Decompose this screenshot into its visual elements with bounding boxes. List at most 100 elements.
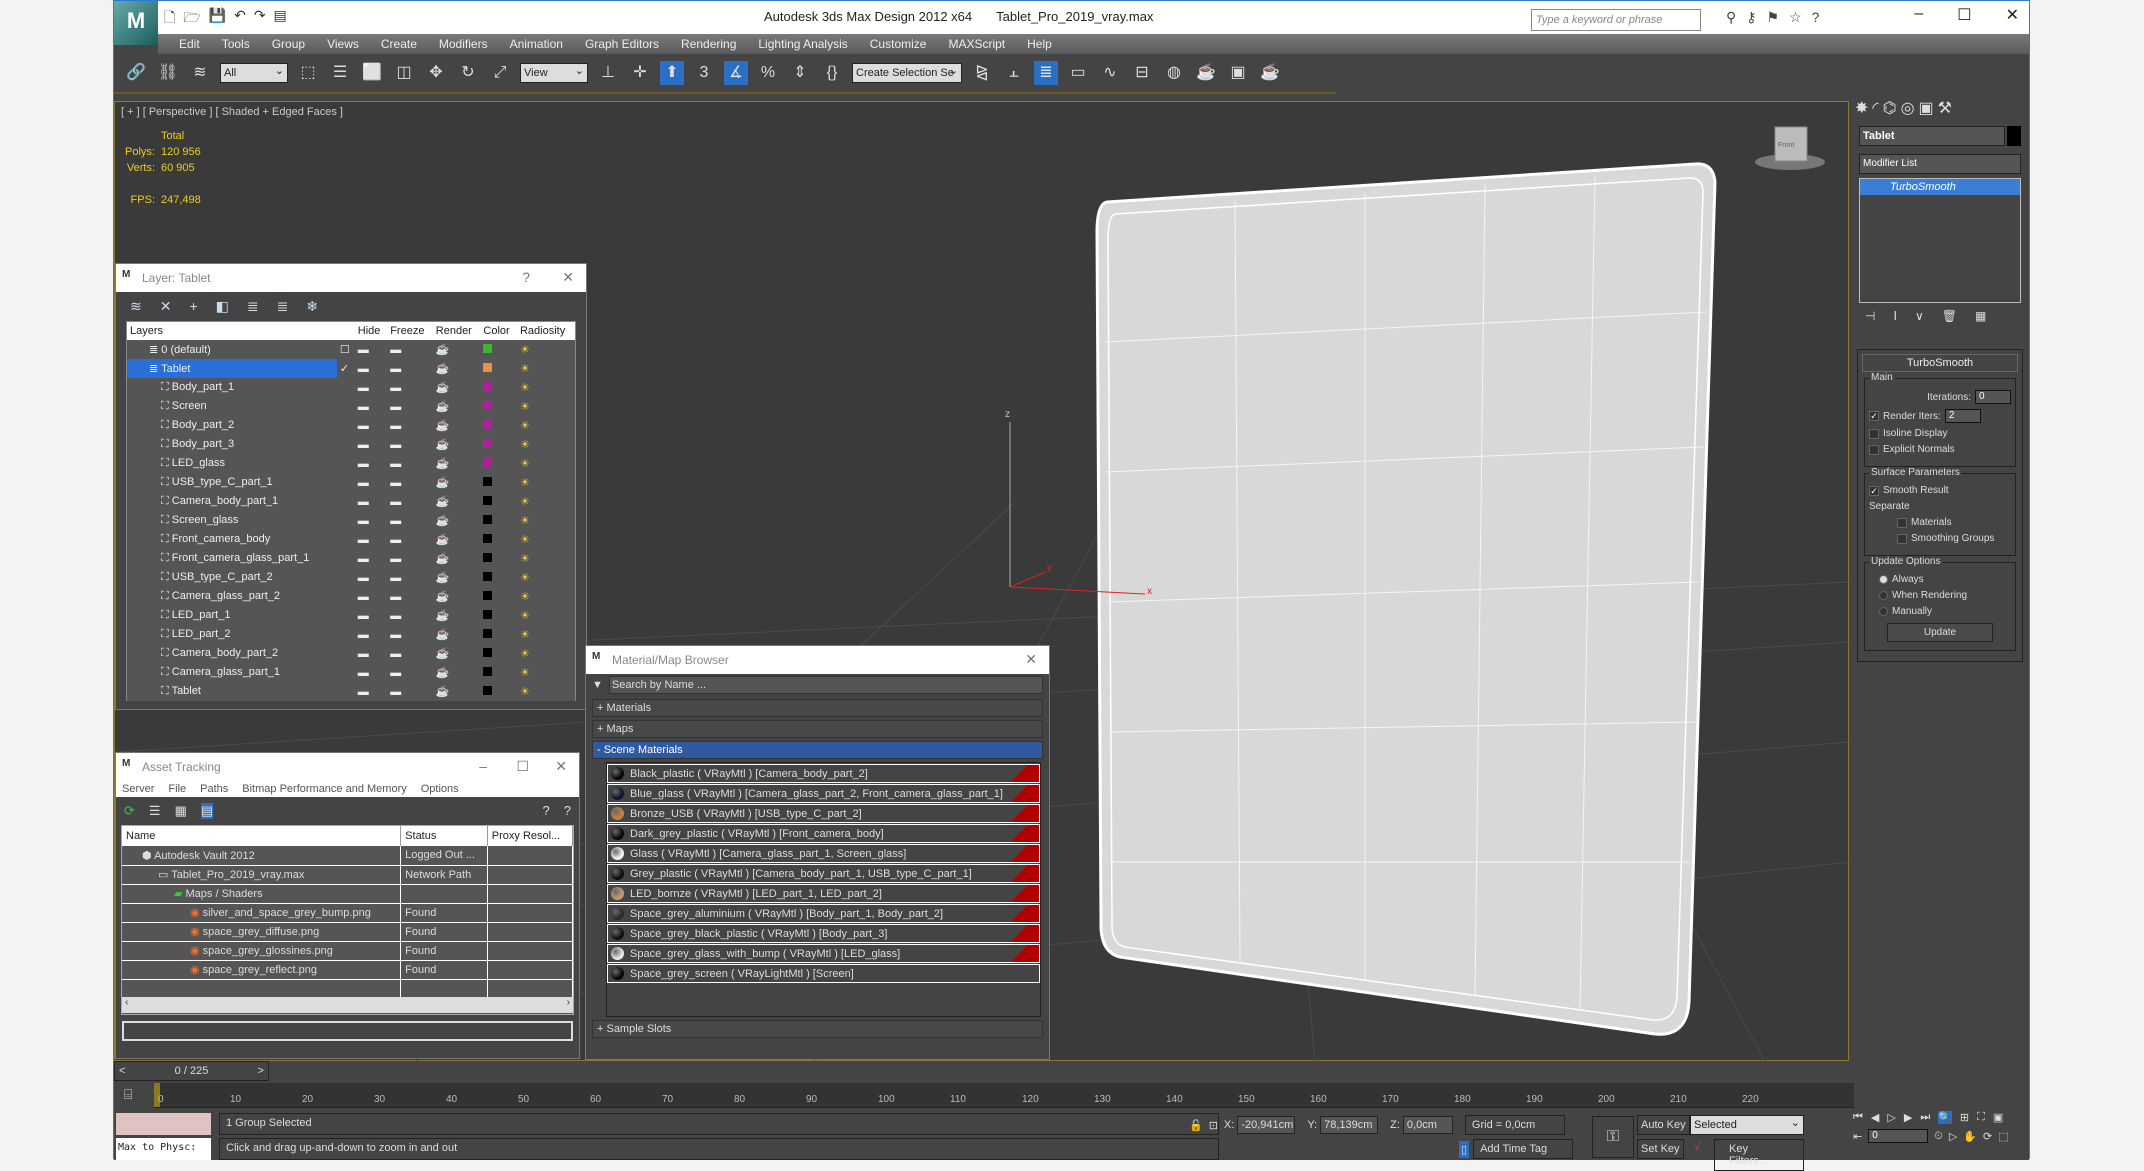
layer-row[interactable]: ⛶ Camera_glass_part_1 ▬ ▬ ☕ ☀ xyxy=(127,663,575,682)
layer-row[interactable]: ≣ Tablet ✓ ▬ ▬ ☕ ☀ xyxy=(127,359,575,378)
radiosity-sun-icon[interactable]: ☀ xyxy=(516,492,575,511)
layer-row[interactable]: ⛶ USB_type_C_part_1 ▬ ▬ ☕ ☀ xyxy=(127,473,575,492)
render-teapot-icon[interactable]: ☕ xyxy=(432,606,481,625)
add-time-tag-button[interactable]: Add Time Tag xyxy=(1473,1139,1574,1159)
close-button[interactable]: ✕ xyxy=(2006,5,2019,25)
object-color-swatch[interactable] xyxy=(2007,126,2021,146)
color-cell[interactable] xyxy=(480,549,517,568)
color-cell[interactable] xyxy=(480,359,517,378)
render-teapot-icon[interactable]: ☕ xyxy=(432,568,481,587)
y-coordinate-field[interactable]: 78,139cm xyxy=(1320,1116,1379,1134)
move-icon[interactable]: ✥ xyxy=(424,61,448,85)
thumbnail-view-icon[interactable]: ▦ xyxy=(175,803,187,819)
color-swatch[interactable] xyxy=(483,457,493,467)
modifier-list-dropdown[interactable]: Modifier List xyxy=(1859,154,2021,174)
current-layer-cell[interactable] xyxy=(336,644,355,663)
scroll-right-icon[interactable]: › xyxy=(567,997,570,1008)
radiosity-sun-icon[interactable]: ☀ xyxy=(516,530,575,549)
selection-filter-dropdown[interactable]: All xyxy=(220,63,288,83)
close-button[interactable]: ✕ xyxy=(1025,651,1037,668)
key-icon[interactable]: ⚷ xyxy=(1746,9,1756,26)
material-item[interactable]: Space_grey_aluminium ( VRayMtl ) [Body_p… xyxy=(607,904,1040,923)
color-cell[interactable] xyxy=(480,663,517,682)
radiosity-sun-icon[interactable]: ☀ xyxy=(516,606,575,625)
color-swatch[interactable] xyxy=(483,343,493,353)
color-swatch[interactable] xyxy=(483,685,493,695)
freeze-toggle[interactable]: ▬ xyxy=(387,587,433,606)
add-to-layer-icon[interactable]: + xyxy=(189,298,197,315)
color-swatch[interactable] xyxy=(483,438,493,448)
hide-toggle[interactable]: ▬ xyxy=(354,530,388,549)
create-tab-icon[interactable]: ✸ xyxy=(1855,98,1868,118)
minimize-button[interactable]: – xyxy=(479,758,487,774)
menu-tools[interactable]: Tools xyxy=(211,34,261,54)
color-cell[interactable] xyxy=(480,511,517,530)
color-swatch[interactable] xyxy=(483,381,493,391)
radiosity-sun-icon[interactable]: ☀ xyxy=(516,340,575,359)
material-item[interactable]: Space_grey_glass_with_bump ( VRayMtl ) [… xyxy=(607,944,1040,963)
asset-menu-options[interactable]: Options xyxy=(421,783,459,795)
zoom-extents-icon[interactable]: ⛶ xyxy=(1977,1111,1985,1124)
color-swatch[interactable] xyxy=(483,609,493,619)
current-layer-cell[interactable]: ☐ xyxy=(336,340,355,359)
hide-toggle[interactable]: ▬ xyxy=(354,378,388,397)
material-item[interactable]: LED_bornze ( VRayMtl ) [LED_part_1, LED_… xyxy=(607,884,1040,903)
layer-row[interactable]: ⛶ LED_part_2 ▬ ▬ ☕ ☀ xyxy=(127,625,575,644)
radiosity-sun-icon[interactable]: ☀ xyxy=(516,473,575,492)
smooth-result-checkbox[interactable]: ✓ xyxy=(1869,485,1879,496)
freeze-toggle[interactable]: ▬ xyxy=(387,473,433,492)
table-view-icon[interactable]: ▤ xyxy=(200,803,214,819)
layer-row[interactable]: ⛶ Body_part_3 ▬ ▬ ☕ ☀ xyxy=(127,435,575,454)
render-teapot-icon[interactable]: ☕ xyxy=(432,549,481,568)
current-layer-cell[interactable] xyxy=(336,511,355,530)
hide-all-icon[interactable]: ≣ xyxy=(277,298,289,315)
radiosity-sun-icon[interactable]: ☀ xyxy=(516,587,575,606)
select-by-name-icon[interactable]: ☰ xyxy=(328,61,352,85)
color-cell[interactable] xyxy=(480,435,517,454)
current-layer-cell[interactable] xyxy=(336,625,355,644)
list-view-icon[interactable]: ☰ xyxy=(149,803,161,819)
layer-row[interactable]: ⛶ Front_camera_body ▬ ▬ ☕ ☀ xyxy=(127,530,575,549)
freeze-toggle[interactable]: ▬ xyxy=(387,549,433,568)
viewcube[interactable]: Front xyxy=(1755,126,1825,170)
render-teapot-icon[interactable]: ☕ xyxy=(432,530,481,549)
freeze-toggle[interactable]: ▬ xyxy=(387,435,433,454)
menu-edit[interactable]: Edit xyxy=(168,34,211,54)
close-button[interactable]: ✕ xyxy=(555,758,567,775)
rendered-frame-icon[interactable]: ▣ xyxy=(1226,61,1250,85)
color-swatch[interactable] xyxy=(483,533,493,543)
material-search-input[interactable]: Search by Name ... xyxy=(608,676,1043,694)
asset-menu-bitmap[interactable]: Bitmap Performance and Memory xyxy=(242,783,406,795)
current-layer-cell[interactable] xyxy=(336,473,355,492)
color-swatch[interactable] xyxy=(483,666,493,676)
freeze-toggle[interactable]: ▬ xyxy=(387,530,433,549)
hide-toggle[interactable]: ▬ xyxy=(354,511,388,530)
layer-row[interactable]: ⛶ Camera_body_part_2 ▬ ▬ ☕ ☀ xyxy=(127,644,575,663)
auto-key-button[interactable]: Auto Key xyxy=(1637,1115,1690,1135)
render-setup-icon[interactable]: ☕ xyxy=(1194,61,1218,85)
menu-modifiers[interactable]: Modifiers xyxy=(428,34,499,54)
pivot-icon[interactable]: ⊥ xyxy=(596,61,620,85)
layer-row[interactable]: ⛶ Screen ▬ ▬ ☕ ☀ xyxy=(127,397,575,416)
zoom-extents-all-icon[interactable]: ▣ xyxy=(1993,1111,2003,1124)
current-layer-cell[interactable] xyxy=(336,568,355,587)
menu-maxscript[interactable]: MAXScript xyxy=(937,34,1016,54)
render-iters-checkbox[interactable]: ✓ xyxy=(1869,411,1879,421)
close-button[interactable]: ✕ xyxy=(562,269,574,286)
asset-row[interactable]: ▰ Maps / Shaders xyxy=(122,884,574,904)
hide-toggle[interactable]: ▬ xyxy=(354,549,388,568)
time-config-icon[interactable]: ⏲ xyxy=(1934,1130,1943,1143)
viewport-label[interactable]: [ + ] [ Perspective ] [ Shaded + Edged F… xyxy=(121,106,343,118)
freeze-toggle[interactable]: ▬ xyxy=(387,663,433,682)
save-icon[interactable]: 💾 xyxy=(209,7,226,31)
app-menu-button[interactable]: M xyxy=(114,1,158,45)
radiosity-sun-icon[interactable]: ☀ xyxy=(516,511,575,530)
layer-row[interactable]: ⛶ Camera_body_part_1 ▬ ▬ ☕ ☀ xyxy=(127,492,575,511)
scroll-left-icon[interactable]: ‹ xyxy=(125,997,128,1008)
fov-icon[interactable]: ▷ xyxy=(1949,1130,1957,1143)
utilities-tab-icon[interactable]: ⚒ xyxy=(1938,98,1952,118)
timeline-track[interactable]: 0 10 20 30 40 50 60 70 80 90 100 110 120 130 140 150 160… xyxy=(154,1083,1854,1108)
render-iters-spinner[interactable]: 2 xyxy=(1944,409,1981,423)
menu-views[interactable]: Views xyxy=(316,34,370,54)
render-teapot-icon[interactable]: ☕ xyxy=(432,625,481,644)
